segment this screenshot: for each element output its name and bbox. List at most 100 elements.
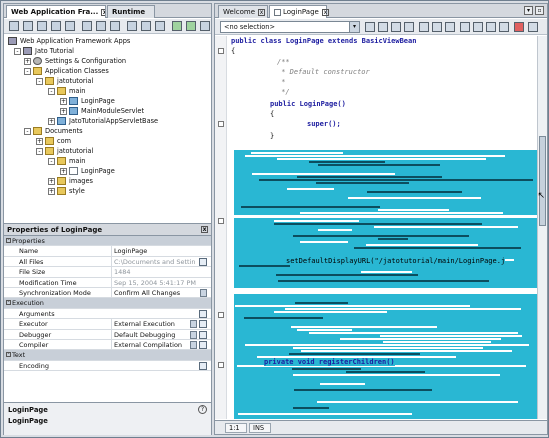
shift-right-icon[interactable] [473,22,483,32]
fold-icon[interactable] [218,362,224,368]
debug-icon[interactable] [186,21,196,31]
run-icon[interactable] [172,21,182,31]
property-row[interactable]: Debugger Default Debugging [4,329,211,340]
delete-icon[interactable] [110,21,120,31]
ellipsis-button[interactable] [199,361,207,370]
property-row[interactable]: Modification Time Sep 15, 2004 5:41:17 PM [4,277,211,288]
collapse-icon[interactable]: - [24,67,31,75]
tree-node[interactable]: + images [48,176,93,186]
property-value[interactable]: Confirm All Changes [111,287,199,298]
toggle-highlight-icon[interactable] [419,22,429,32]
tree-node[interactable]: + LoginPage [60,166,115,176]
property-section[interactable]: - Text [4,350,211,361]
comment-icon[interactable] [499,22,509,32]
tree-node[interactable]: - Documents [24,126,83,136]
tab-web-application-framework[interactable]: Web Application Fra...x [6,5,106,18]
collapse-icon[interactable]: - [36,77,43,85]
expand-icon[interactable]: + [60,107,67,115]
new-project-icon[interactable] [9,21,19,31]
tree-node[interactable]: - jatotutorial [36,146,93,156]
close-icon[interactable]: x [321,8,329,16]
tab-runtime[interactable]: Runtime [107,5,155,18]
ellipsis-button[interactable] [199,257,207,266]
member-selector[interactable]: <no selection> ▾ [220,21,360,33]
tree-node[interactable]: - Jato Tutorial [14,46,74,56]
tree-node[interactable]: - jatotutorial [36,76,93,86]
uncomment-icon[interactable] [528,22,538,32]
find-prev-icon[interactable] [391,22,401,32]
chevron-down-icon[interactable] [190,320,197,329]
deploy-icon[interactable] [155,21,165,31]
prev-bookmark-icon[interactable] [432,22,442,32]
chevron-down-icon[interactable] [190,330,197,339]
fold-icon[interactable] [218,312,224,318]
find-next-icon[interactable] [404,22,414,32]
collapse-icon[interactable]: - [48,87,55,95]
chevron-down-icon[interactable]: ▾ [524,6,533,15]
macro-icon[interactable] [486,22,496,32]
property-value[interactable]: C:\Documents and Settin [111,256,199,267]
property-section[interactable]: - Properties [4,236,211,247]
collapse-icon[interactable]: - [48,157,55,165]
shift-left-icon[interactable] [460,22,470,32]
restore-icon[interactable]: ▫ [535,6,544,15]
expand-icon[interactable]: + [48,187,55,195]
property-row[interactable]: File Size 1484 [4,267,211,278]
tree-node[interactable]: + com [36,136,71,146]
tree-node[interactable]: - Application Classes [24,66,109,76]
chevron-down-icon[interactable]: ▾ [349,22,359,32]
expand-icon[interactable]: + [24,57,31,65]
collapse-icon[interactable]: - [36,147,43,155]
collapse-icon[interactable]: - [6,352,11,358]
property-row[interactable]: All Files C:\Documents and Settin [4,256,211,268]
copy-icon[interactable] [82,21,92,31]
tree-node[interactable]: + style [48,186,85,196]
compile-icon[interactable] [141,21,151,31]
tree-node[interactable]: - main [48,156,85,166]
back-icon[interactable] [365,22,375,32]
property-row[interactable]: Synchronization Mode Confirm All Changes [4,287,211,299]
tree-node[interactable]: + MainModuleServlet [60,106,144,116]
ellipsis-button[interactable] [199,320,207,329]
collapse-icon[interactable]: - [6,238,11,243]
expand-icon[interactable]: + [36,137,43,145]
search-icon[interactable] [65,21,75,31]
add-component-icon[interactable] [37,21,47,31]
expand-icon[interactable]: + [48,177,55,185]
tab-welcome[interactable]: Welcome x [218,5,268,18]
property-row[interactable]: Executor External Execution [4,319,211,330]
paste-icon[interactable] [96,21,106,31]
property-value[interactable]: External Execution [111,319,199,330]
close-icon[interactable]: x [258,8,266,16]
close-icon[interactable]: x [101,8,105,16]
gear-icon[interactable] [51,21,61,31]
property-row[interactable]: Encoding [4,361,211,372]
ellipsis-button[interactable] [199,330,207,339]
fold-icon[interactable] [218,121,224,127]
stop-icon[interactable] [200,21,210,31]
collapse-icon[interactable]: - [14,47,21,55]
find-icon[interactable] [378,22,388,32]
fold-icon[interactable] [218,48,224,54]
expand-icon[interactable]: + [60,97,67,105]
collapse-icon[interactable]: - [24,127,31,135]
code-editor[interactable]: public class LoginPage extends BasicView… [215,36,539,419]
tree-node[interactable]: + Settings & Configuration [24,56,126,66]
chevron-down-icon[interactable] [190,340,197,349]
property-value[interactable]: Default Debugging [111,329,199,340]
property-row[interactable]: Arguments [4,309,211,320]
close-icon[interactable]: x [201,226,208,233]
ellipsis-button[interactable] [199,309,207,318]
tab-loginpage[interactable]: LoginPage x [269,5,329,18]
open-icon[interactable] [23,21,33,31]
ellipsis-button[interactable] [199,340,207,349]
property-value[interactable]: LoginPage [111,246,199,257]
expand-icon[interactable]: + [48,117,55,125]
tree-node[interactable]: + LoginPage [60,96,115,106]
fold-icon[interactable] [218,218,224,224]
stop-macro-icon[interactable] [514,22,524,32]
help-icon[interactable]: ? [198,405,207,414]
property-section[interactable]: - Execution [4,298,211,309]
chevron-down-icon[interactable] [200,288,207,297]
vertical-scrollbar[interactable] [537,36,547,419]
